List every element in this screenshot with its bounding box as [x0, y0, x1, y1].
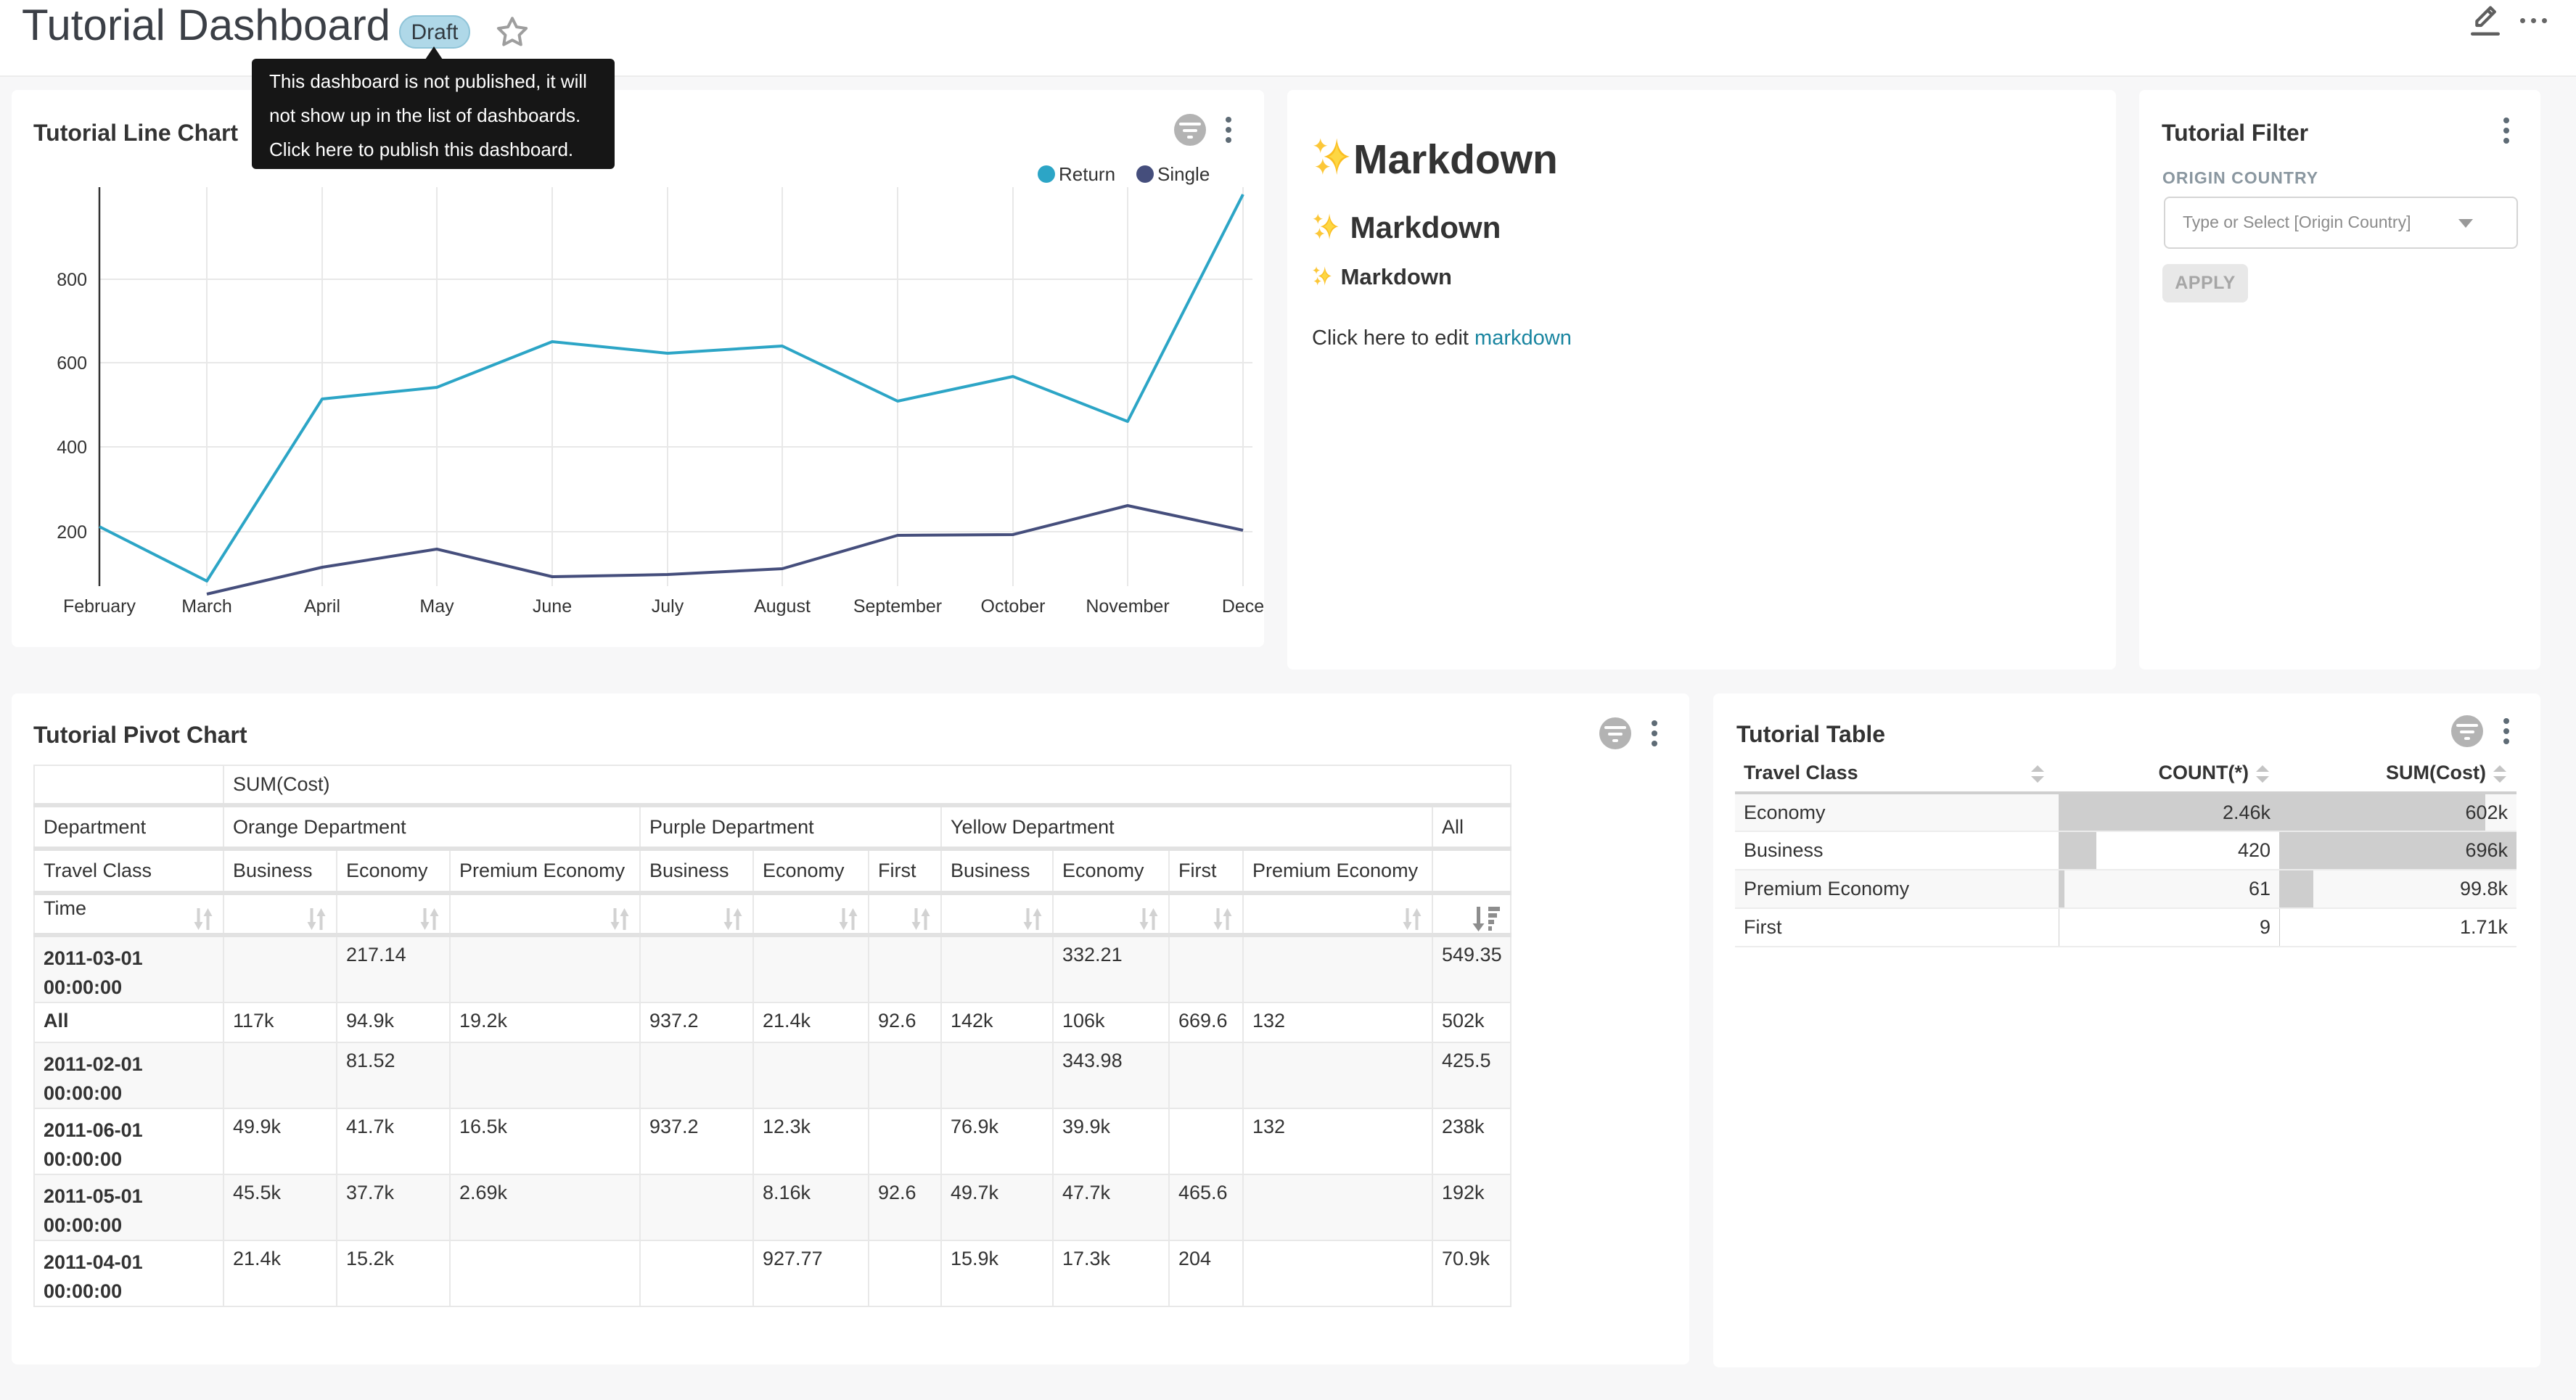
svg-text:April: April: [304, 596, 340, 617]
svg-text:February: February: [63, 596, 136, 617]
svg-text:400: 400: [57, 437, 87, 458]
svg-text:Return: Return: [1059, 163, 1115, 185]
svg-text:800: 800: [57, 270, 87, 290]
svg-text:October: October: [981, 596, 1046, 617]
svg-text:September: September: [853, 596, 942, 617]
svg-text:200: 200: [57, 522, 87, 543]
svg-text:March: March: [181, 596, 231, 617]
svg-text:600: 600: [57, 353, 87, 374]
svg-text:November: November: [1086, 596, 1169, 617]
svg-text:May: May: [419, 596, 454, 617]
svg-text:Single: Single: [1157, 163, 1210, 185]
svg-text:August: August: [754, 596, 811, 617]
svg-text:Dece: Dece: [1222, 596, 1264, 617]
svg-text:July: July: [652, 596, 684, 617]
svg-text:June: June: [533, 596, 572, 617]
